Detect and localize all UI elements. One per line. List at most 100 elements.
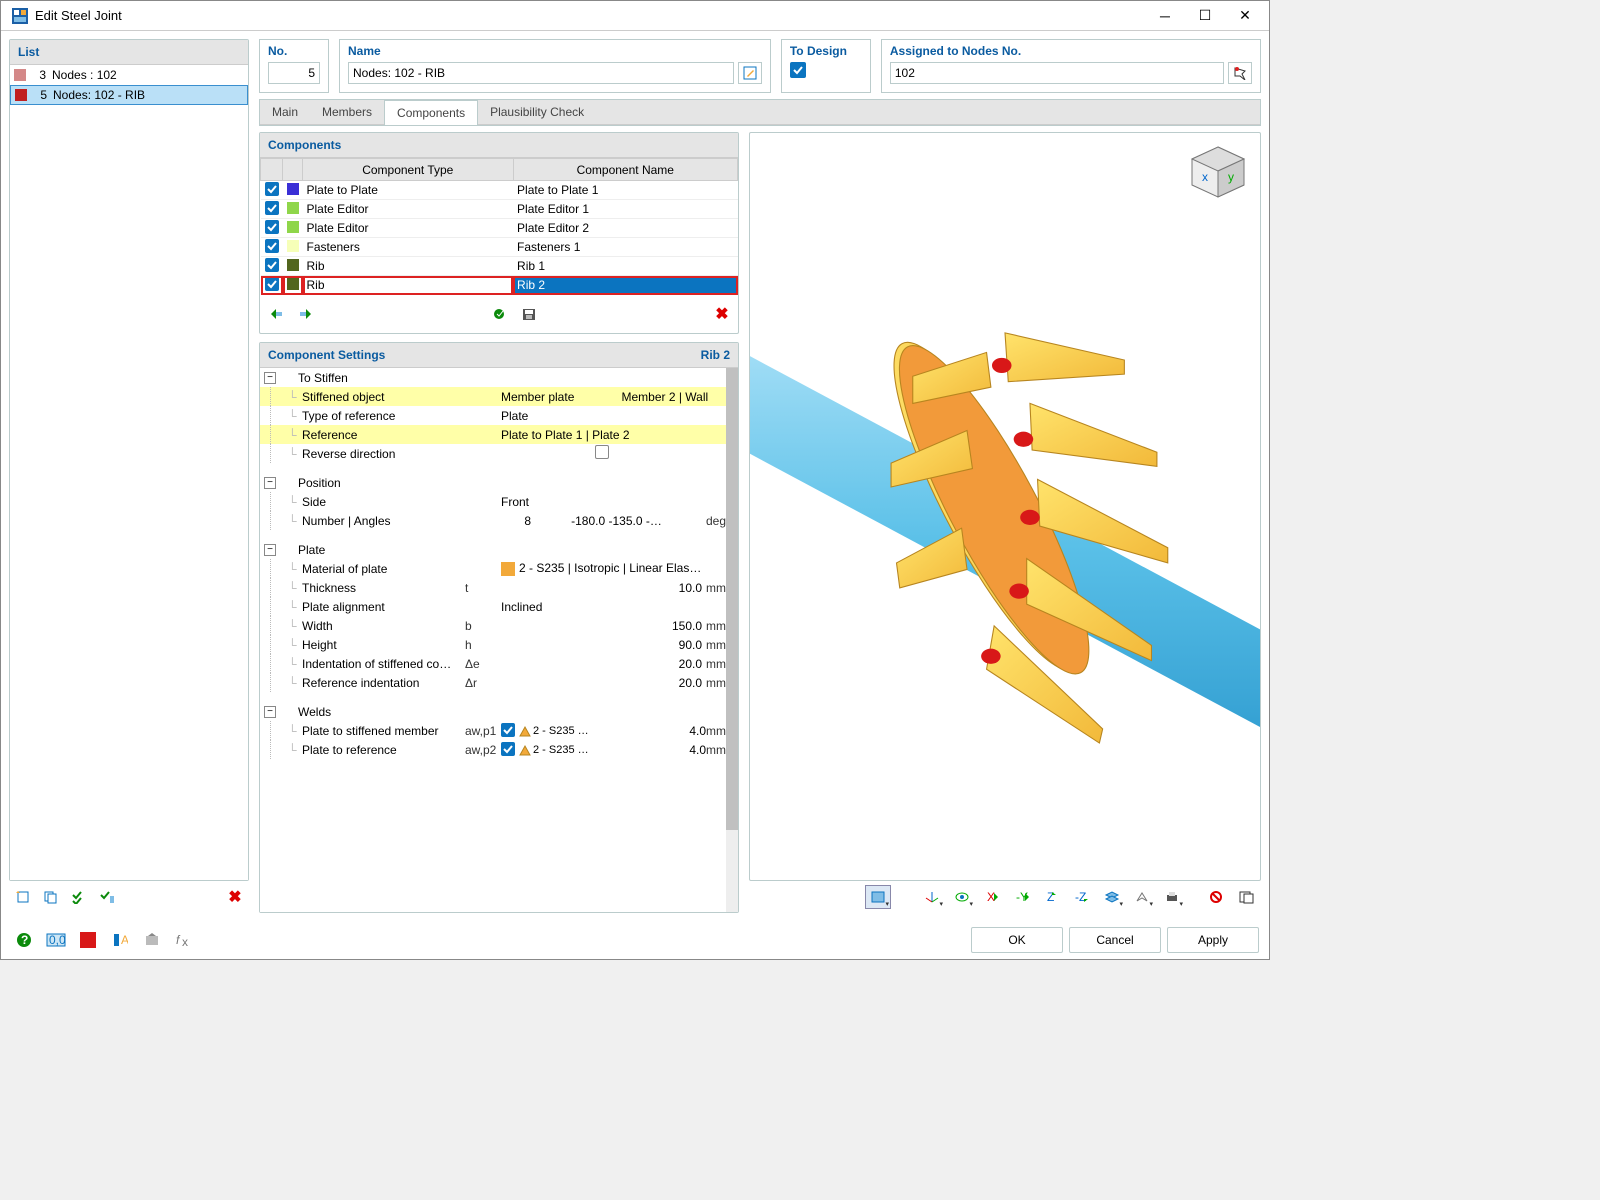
checkbox[interactable] [595, 445, 609, 459]
apply-button[interactable]: Apply [1167, 927, 1259, 953]
library-button[interactable] [487, 303, 511, 325]
view-x-button[interactable]: X [979, 885, 1005, 909]
viewport-3d[interactable]: y x [749, 132, 1261, 881]
settings-row[interactable]: └Reference indentationΔr20.0mm [260, 673, 738, 692]
minimize-button[interactable]: ─ [1145, 2, 1185, 30]
component-row[interactable]: Rib Rib 2 [261, 276, 738, 295]
filter-button[interactable] [95, 886, 119, 908]
settings-row[interactable]: └Reverse direction [260, 444, 738, 463]
nav-cube[interactable]: y x [1186, 143, 1250, 204]
list-item[interactable]: 5 Nodes: 102 - RIB [10, 85, 248, 105]
tab-members[interactable]: Members [310, 100, 384, 124]
name-input[interactable] [348, 62, 734, 84]
component-row[interactable]: Plate Editor Plate Editor 2 [261, 219, 738, 238]
tab-main[interactable]: Main [260, 100, 310, 124]
settings-row[interactable]: └ReferencePlate to Plate 1 | Plate 2 [260, 425, 738, 444]
settings-row[interactable]: └Type of referencePlate [260, 406, 738, 425]
maximize-button[interactable]: ☐ [1185, 2, 1225, 30]
fx-button[interactable]: fx [171, 928, 197, 952]
tab-plausibility-check[interactable]: Plausibility Check [478, 100, 596, 124]
list-toolbar: ✖ [9, 881, 249, 913]
edit-name-button[interactable] [738, 62, 762, 84]
row-checkbox[interactable] [265, 239, 279, 253]
row-name: Fasteners 1 [513, 238, 737, 257]
settings-group[interactable]: −To Stiffen [260, 368, 738, 387]
labels-button[interactable]: A [107, 928, 133, 952]
design-checkbox[interactable] [790, 62, 806, 78]
row-checkbox[interactable] [265, 258, 279, 272]
prop-label: Stiffened object [300, 390, 465, 404]
pick-nodes-button[interactable] [1228, 62, 1252, 84]
move-right-button[interactable] [294, 303, 318, 325]
row-checkbox[interactable] [265, 182, 279, 196]
tab-components[interactable]: Components [384, 100, 478, 125]
settings-row[interactable]: └SideFront [260, 492, 738, 511]
settings-row[interactable]: └Plate to stiffened memberaw,p12 - S235 … [260, 721, 738, 740]
view-z-button[interactable]: Z [1039, 885, 1065, 909]
list-item[interactable]: 3 Nodes : 102 [10, 65, 248, 85]
print-button[interactable]: ▾ [1159, 885, 1185, 909]
row-type: Fasteners [303, 238, 514, 257]
settings-row[interactable]: └Plate alignmentInclined [260, 597, 738, 616]
delete-item-button[interactable]: ✖ [223, 886, 247, 908]
render-settings-button[interactable] [139, 928, 165, 952]
save-component-button[interactable] [517, 303, 541, 325]
view-mode-button[interactable]: ▾ [865, 885, 891, 909]
new-item-button[interactable] [11, 886, 35, 908]
color-button[interactable] [75, 928, 101, 952]
svg-text:y: y [1228, 170, 1234, 184]
close-button[interactable]: ✕ [1225, 2, 1265, 30]
cancel-button[interactable]: Cancel [1069, 927, 1161, 953]
row-checkbox[interactable] [265, 220, 279, 234]
component-row[interactable]: Fasteners Fasteners 1 [261, 238, 738, 257]
settings-row[interactable]: └Stiffened objectMember plateMember 2 | … [260, 387, 738, 406]
settings-group[interactable]: −Welds [260, 702, 738, 721]
detach-view-button[interactable] [1233, 885, 1259, 909]
item-label: Nodes: 102 - RIB [53, 88, 145, 102]
delete-component-button[interactable]: ✖ [710, 303, 734, 325]
units-button[interactable]: 0,00 [43, 928, 69, 952]
weld-checkbox[interactable] [501, 723, 515, 737]
view-eye-button[interactable]: ▾ [949, 885, 975, 909]
wireframe-button[interactable]: ▾ [1129, 885, 1155, 909]
row-checkbox[interactable] [265, 201, 279, 215]
layers-button[interactable]: ▾ [1099, 885, 1125, 909]
view-y-button[interactable]: -Y [1009, 885, 1035, 909]
expand-icon[interactable]: − [264, 372, 276, 384]
assigned-label: Assigned to Nodes No. [890, 44, 1252, 58]
settings-row[interactable]: └Plate to referenceaw,p22 - S235 …4.0mm [260, 740, 738, 759]
assigned-input[interactable] [890, 62, 1224, 84]
settings-group[interactable]: −Plate [260, 540, 738, 559]
prop-label: Side [300, 495, 465, 509]
settings-row[interactable]: └Thicknesst10.0mm [260, 578, 738, 597]
settings-row[interactable]: └Material of plate2 - S235 | Isotropic |… [260, 559, 738, 578]
ok-button[interactable]: OK [971, 927, 1063, 953]
settings-row[interactable]: └Indentation of stiffened co…Δe20.0mm [260, 654, 738, 673]
component-row[interactable]: Plate Editor Plate Editor 1 [261, 200, 738, 219]
settings-row[interactable]: └Number | Angles8-180.0 -135.0 -…deg [260, 511, 738, 530]
expand-icon[interactable]: − [264, 477, 276, 489]
no-input[interactable] [268, 62, 320, 84]
axes-button[interactable]: ▾ [919, 885, 945, 909]
color-swatch [287, 221, 299, 233]
settings-scrollbar[interactable] [726, 368, 738, 912]
row-type: Plate Editor [303, 219, 514, 238]
clear-view-button[interactable] [1203, 885, 1229, 909]
list-panel: List 3 Nodes : 102 5 Nodes: 102 - RIB [9, 39, 249, 881]
view-neg-z-button[interactable]: -Z [1069, 885, 1095, 909]
settings-row[interactable]: └Widthb150.0mm [260, 616, 738, 635]
viewer-toolbar: ▾ ▾ ▾ X -Y Z -Z ▾ ▾ ▾ [749, 881, 1261, 913]
expand-icon[interactable]: − [264, 544, 276, 556]
row-checkbox[interactable] [265, 277, 279, 291]
move-left-button[interactable] [264, 303, 288, 325]
expand-icon[interactable]: − [264, 706, 276, 718]
component-row[interactable]: Plate to Plate Plate to Plate 1 [261, 181, 738, 200]
settings-row[interactable]: └Heighth90.0mm [260, 635, 738, 654]
copy-item-button[interactable] [39, 886, 63, 908]
weld-checkbox[interactable] [501, 742, 515, 756]
settings-group[interactable]: −Position [260, 473, 738, 492]
component-row[interactable]: Rib Rib 1 [261, 257, 738, 276]
help-button[interactable]: ? [11, 928, 37, 952]
color-swatch [287, 240, 299, 252]
check-all-button[interactable] [67, 886, 91, 908]
